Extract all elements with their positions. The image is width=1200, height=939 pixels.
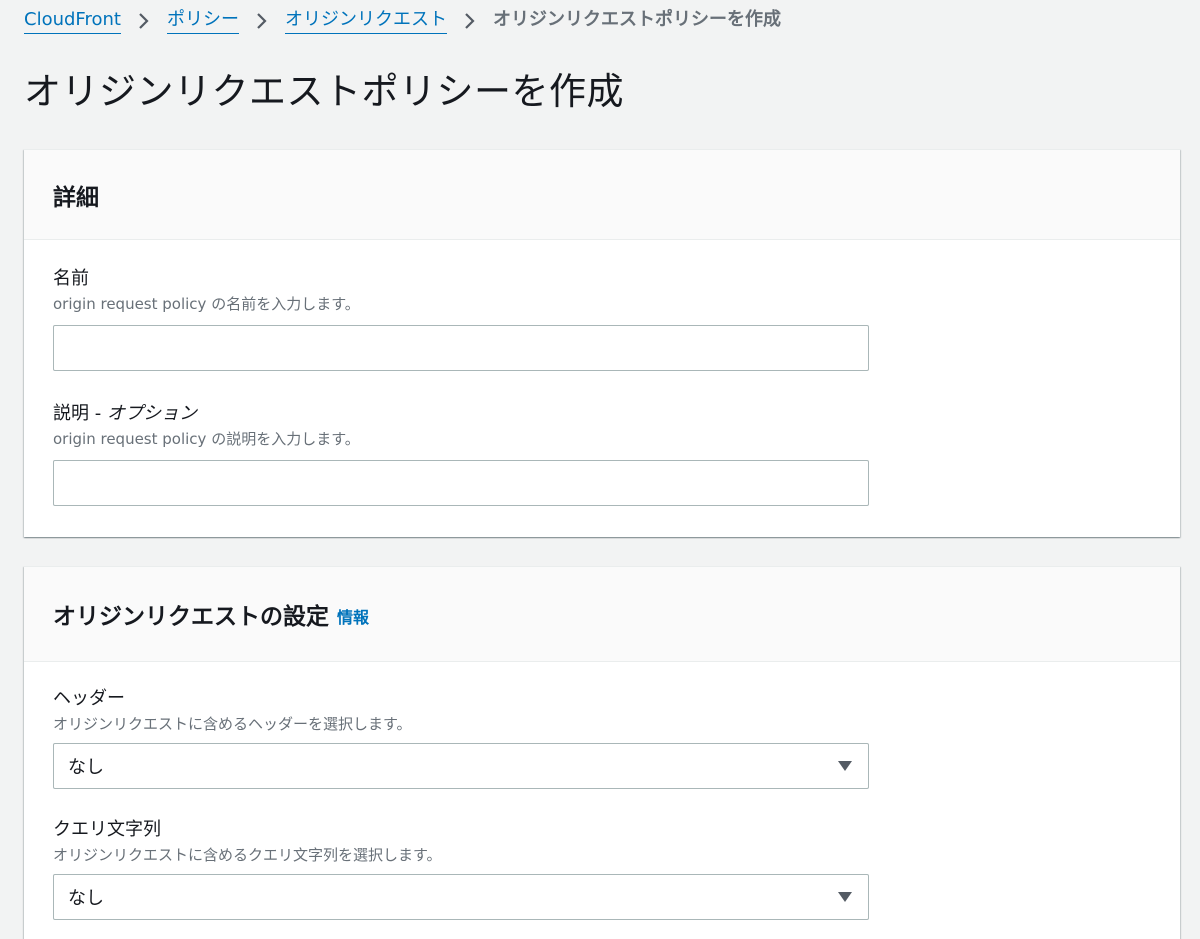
query-strings-label: クエリ文字列 — [53, 819, 161, 840]
info-link[interactable]: 情報 — [337, 604, 369, 628]
chevron-right-icon — [121, 9, 167, 33]
name-label: 名前 — [53, 268, 89, 289]
headers-description: オリジンリクエストに含めるヘッダーを選択します。 — [53, 715, 412, 733]
caret-down-icon — [838, 761, 852, 771]
breadcrumb-link-policies[interactable]: ポリシー — [166, 9, 239, 34]
query-strings-description: オリジンリクエストに含めるクエリ文字列を選択します。 — [53, 846, 442, 864]
breadcrumb-link-cloudfront[interactable]: CloudFront — [24, 9, 121, 34]
details-panel-title: 詳細 — [53, 184, 99, 211]
query-strings-select-value: なし — [68, 888, 104, 909]
breadcrumb: CloudFront ポリシー オリジンリクエスト オリジンリクエストポリシーを… — [24, 6, 781, 36]
breadcrumb-link-origin-request[interactable]: オリジンリクエスト — [284, 9, 447, 34]
settings-panel-header: オリジンリクエストの設定 情報 — [24, 567, 1180, 662]
query-strings-select[interactable]: なし — [53, 874, 869, 920]
name-field: 名前 origin request policy の名前を入力します。 — [53, 267, 869, 371]
page-title: オリジンリクエストポリシーを作成 — [24, 70, 624, 113]
description-field: 説明 - オプション origin request policy の説明を入力し… — [53, 402, 869, 506]
headers-label: ヘッダー — [53, 688, 125, 709]
description-label-text: 説明 - — [53, 403, 107, 424]
headers-select[interactable]: なし — [53, 743, 869, 789]
name-description: origin request policy の名前を入力します。 — [53, 295, 360, 313]
details-panel-header: 詳細 — [24, 150, 1180, 240]
optional-label: オプション — [106, 403, 197, 424]
settings-panel-title: オリジンリクエストの設定 — [53, 604, 329, 630]
description-description: origin request policy の説明を入力します。 — [53, 430, 360, 448]
description-input[interactable] — [53, 460, 869, 506]
caret-down-icon — [838, 892, 852, 902]
headers-field: ヘッダー オリジンリクエストに含めるヘッダーを選択します。 なし — [53, 687, 869, 789]
query-strings-field: クエリ文字列 オリジンリクエストに含めるクエリ文字列を選択します。 なし — [53, 818, 869, 920]
name-input[interactable] — [53, 325, 869, 371]
page: CloudFront ポリシー オリジンリクエスト オリジンリクエストポリシーを… — [0, 0, 1200, 939]
details-panel: 詳細 名前 origin request policy の名前を入力します。 説… — [24, 149, 1180, 537]
description-label: 説明 - オプション — [53, 402, 869, 426]
origin-request-settings-panel: オリジンリクエストの設定 情報 ヘッダー オリジンリクエストに含めるヘッダーを選… — [24, 566, 1180, 939]
headers-select-value: なし — [68, 757, 104, 778]
breadcrumb-current: オリジンリクエストポリシーを作成 — [492, 8, 781, 30]
chevron-right-icon — [447, 9, 493, 33]
chevron-right-icon — [239, 9, 285, 33]
